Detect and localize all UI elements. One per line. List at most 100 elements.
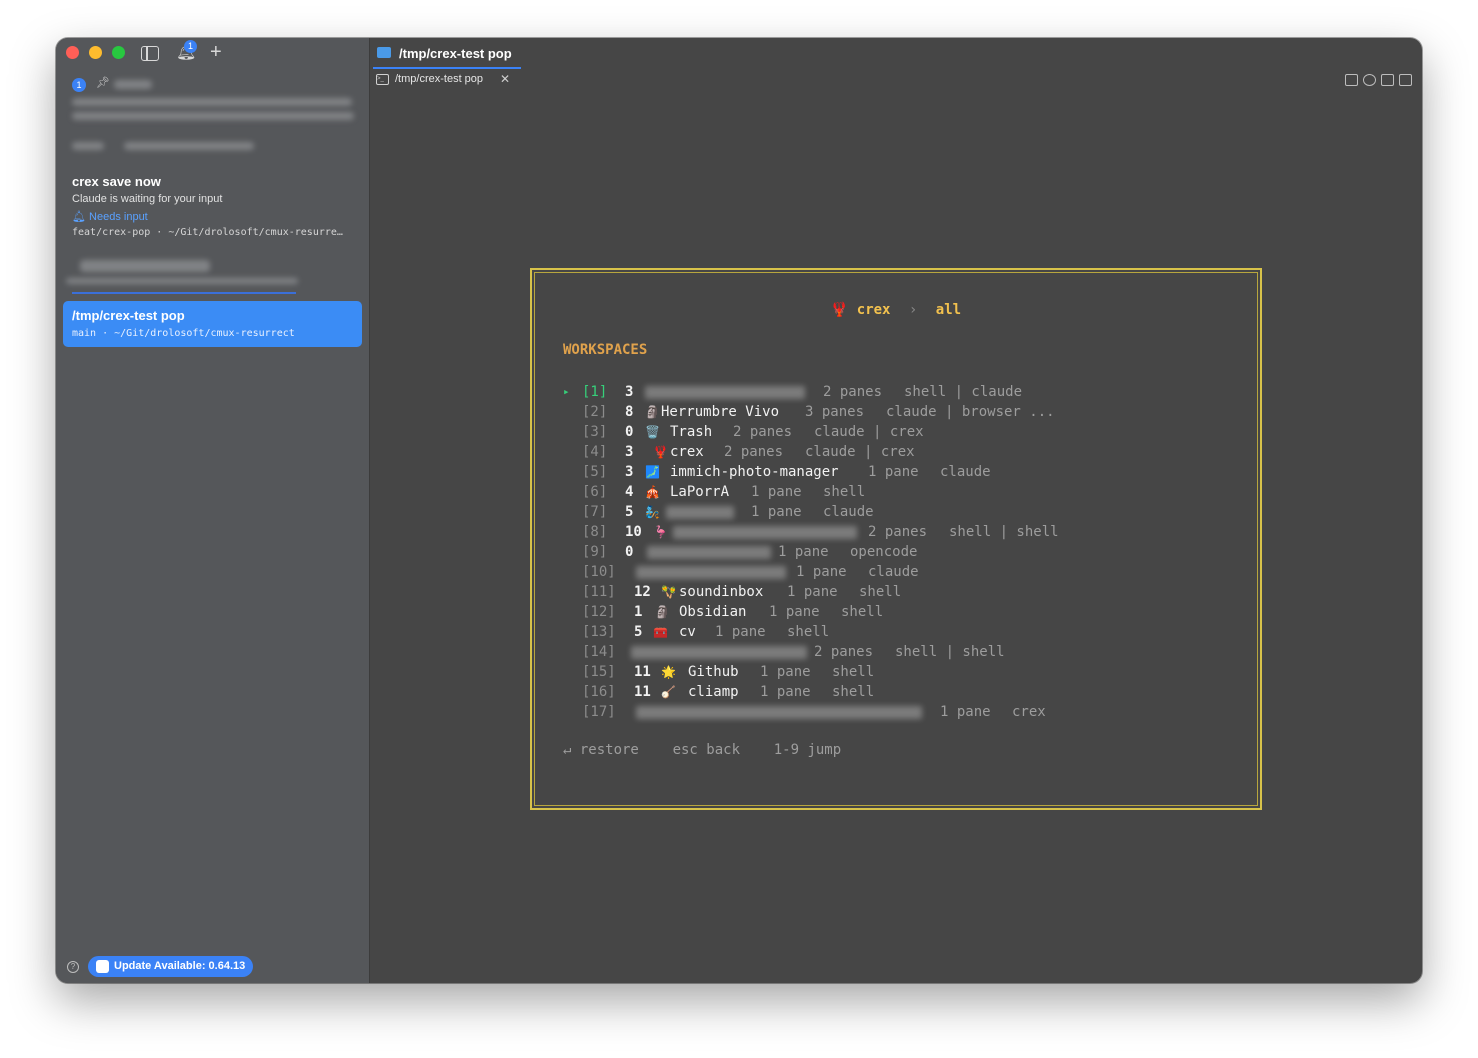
workspace-name: cliamp: [688, 684, 739, 700]
help-icon[interactable]: ?: [67, 961, 79, 973]
pane-kinds: shell | shell: [949, 524, 1059, 540]
pane-summary: 1 pane: [769, 604, 820, 620]
pane-kinds: crex: [1012, 704, 1046, 720]
notification-badge: 1: [184, 40, 197, 53]
redacted-workspace-name: [647, 546, 771, 559]
pane-summary: 1 pane: [760, 664, 811, 680]
close-window-button[interactable]: [66, 46, 79, 59]
breadcrumb-app: crex: [856, 302, 891, 318]
split-right-icon[interactable]: [1381, 74, 1394, 86]
pane-count: 5: [634, 624, 643, 640]
new-workspace-button[interactable]: +: [210, 41, 222, 64]
pane-kinds: claude | crex: [805, 444, 915, 460]
breadcrumb-separator: ›: [908, 302, 918, 318]
workspace-emoji-icon: 🦞: [653, 445, 668, 459]
pane-summary: 2 panes: [814, 644, 874, 660]
workspace-progress-bar: [72, 292, 296, 294]
workspace-name: crex: [670, 444, 704, 460]
workspace-name: cv: [679, 624, 696, 640]
workspace-emoji-icon: 🗑️: [645, 425, 660, 439]
tab-terminal[interactable]: /tmp/crex-test pop: [395, 73, 483, 85]
active-workspace-path: main · ~/Git/drolosoft/cmux-resurrect: [72, 328, 295, 339]
pane-kinds: claude | crex: [814, 424, 924, 440]
redacted-workspace-line: [72, 98, 352, 106]
workspace-index: [11]: [582, 584, 616, 600]
zoom-window-button[interactable]: [112, 46, 125, 59]
title-underline: [373, 67, 521, 69]
redacted-workspace-name: [636, 706, 922, 719]
workspace-index: [12]: [582, 604, 616, 620]
active-workspace-item[interactable]: /tmp/crex-test pop main · ~/Git/drolosof…: [63, 301, 362, 347]
pane-count: 3: [625, 384, 634, 400]
workspace-emoji-icon: 🪕: [661, 685, 676, 699]
title-bar: /tmp/crex-test pop: [369, 38, 1422, 70]
workspace-index: [15]: [582, 664, 616, 680]
pane-count: 10: [625, 524, 642, 540]
pane-summary: 1 pane: [760, 684, 811, 700]
workspace-index: [1]: [582, 384, 608, 400]
close-tab-icon[interactable]: ✕: [500, 72, 510, 86]
workspace-title[interactable]: crex save now: [72, 174, 161, 189]
workspace-emoji-icon: 🌟: [661, 665, 676, 679]
workspace-index: [13]: [582, 624, 616, 640]
pane-kinds: opencode: [850, 544, 918, 560]
redacted-workspace-name: [673, 526, 857, 539]
pane-kinds: shell: [859, 584, 902, 600]
update-available-button[interactable]: Update Available: 0.64.13: [88, 956, 254, 977]
workspace-emoji-icon: 🗾: [645, 465, 660, 479]
pane-kinds: shell | claude: [904, 384, 1023, 400]
workspace-index: [14]: [582, 644, 616, 660]
pane-kinds: shell: [787, 624, 830, 640]
redacted-workspace-title: [114, 80, 152, 89]
minimize-window-button[interactable]: [89, 46, 102, 59]
pane-count: 3: [625, 444, 634, 460]
browser-globe-icon[interactable]: [1363, 74, 1376, 86]
redacted-workspace-name: [645, 386, 805, 399]
pane-kinds: claude: [823, 504, 874, 520]
new-terminal-icon[interactable]: [1345, 74, 1358, 86]
pane-kinds: shell | shell: [895, 644, 1005, 660]
pane-count: 0: [625, 424, 634, 440]
pane-summary: 1 pane: [751, 504, 802, 520]
workspace-name: soundinbox: [679, 584, 764, 600]
jump-hint: 1-9 jump: [773, 742, 842, 758]
pane-kinds: shell: [832, 664, 875, 680]
workspace-emoji-icon: 🗿: [645, 405, 660, 419]
workspace-emoji-icon: 🗿: [655, 605, 670, 619]
workspace-index: [6]: [582, 484, 608, 500]
pin-icon: 📌︎: [96, 77, 110, 89]
workspace-name: Obsidian: [679, 604, 747, 620]
split-down-icon[interactable]: [1399, 74, 1412, 86]
app-window: 🔔︎ 1 + 1 📌︎ crex save now Claude is wait…: [56, 38, 1422, 983]
workspace-index: [2]: [582, 404, 608, 420]
workspace-index: [17]: [582, 704, 616, 720]
pane-count: 8: [625, 404, 634, 420]
active-workspace-title: /tmp/crex-test pop: [72, 308, 185, 323]
tab-bar: >_ /tmp/crex-test pop ✕: [369, 70, 1422, 92]
pane-count: 11: [634, 684, 651, 700]
pane-count: 1: [634, 604, 643, 620]
pane-summary: 1 pane: [940, 704, 991, 720]
sidebar-toggle-icon[interactable]: [141, 46, 159, 61]
pane-summary: 1 pane: [715, 624, 766, 640]
pane-count: 11: [634, 664, 651, 680]
redacted-workspace-name: [666, 506, 734, 519]
pane-summary: 2 panes: [733, 424, 793, 440]
redacted-workspace-line: [72, 142, 104, 150]
pane-count: 4: [625, 484, 634, 500]
workspace-badge: 1: [72, 78, 86, 92]
redacted-workspace-name: [636, 566, 786, 579]
workspace-name: Herrumbre Vivo: [661, 404, 780, 420]
workspace-index: [5]: [582, 464, 608, 480]
update-label: Update Available: 0.64.13: [114, 960, 246, 972]
terminal-icon: >_: [376, 74, 389, 85]
pane-summary: 3 panes: [805, 404, 865, 420]
workspace-name: Github: [688, 664, 739, 680]
pane-summary: 1 pane: [796, 564, 847, 580]
pane-summary: 2 panes: [724, 444, 784, 460]
workspace-name: Trash: [670, 424, 713, 440]
pane-count: 0: [625, 544, 634, 560]
pane-kinds: claude: [868, 564, 919, 580]
needs-input-status: 🔔︎ Needs input: [72, 210, 148, 223]
lobster-icon: 🦞: [830, 302, 849, 318]
